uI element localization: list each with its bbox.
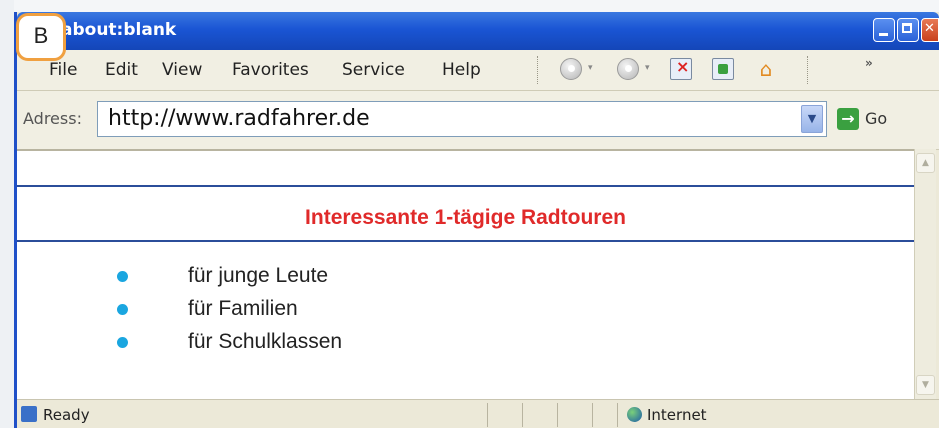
menu-bar: File Edit View Favorites Service Help ▾ … [17, 50, 939, 91]
status-divider [617, 403, 618, 427]
status-bar: Ready Internet [17, 399, 939, 428]
security-zone: Internet [647, 406, 707, 424]
home-icon[interactable]: ⌂ [755, 58, 777, 80]
address-url: http://www.radfahrer.de [108, 106, 370, 131]
list-item: für junge Leute [117, 261, 328, 291]
maximize-icon[interactable] [897, 18, 919, 42]
back-icon[interactable] [560, 58, 582, 80]
browser-window: about:blank File Edit View Favorites Ser… [14, 12, 939, 428]
list-item-text: für Schulklassen [188, 330, 343, 353]
menu-help[interactable]: Help [442, 60, 481, 80]
title-bar[interactable]: about:blank [17, 12, 939, 50]
menu-edit[interactable]: Edit [105, 60, 138, 80]
go-button[interactable]: Go [865, 109, 887, 128]
minimize-icon[interactable] [873, 18, 895, 42]
go-arrow-icon[interactable]: → [837, 108, 859, 130]
vertical-scrollbar[interactable]: ▲ ▼ [914, 149, 936, 399]
menu-file[interactable]: File [49, 60, 77, 80]
close-icon[interactable] [921, 18, 939, 42]
status-divider [557, 403, 558, 427]
address-input[interactable]: http://www.radfahrer.de ▼ [97, 101, 827, 137]
menu-favorites[interactable]: Favorites [232, 60, 309, 80]
list-item: für Familien [117, 294, 298, 324]
forward-dropdown-icon[interactable]: ▾ [645, 63, 650, 73]
status-divider [592, 403, 593, 427]
scroll-up-icon[interactable]: ▲ [916, 153, 935, 173]
page-heading: Interessante 1-tägige Radtouren [305, 206, 626, 229]
back-dropdown-icon[interactable]: ▾ [588, 63, 593, 73]
address-bar: Adress: http://www.radfahrer.de ▼ → Go [17, 91, 939, 150]
list-item-text: für Familien [188, 297, 298, 320]
status-divider [522, 403, 523, 427]
page-content: Interessante 1-tägige Radtouren für jung… [17, 149, 914, 401]
stop-icon[interactable] [670, 57, 692, 80]
status-text: Ready [43, 406, 90, 424]
bullet-icon [117, 336, 128, 348]
toolbar-grip[interactable] [537, 56, 542, 84]
list-item-text: für junge Leute [188, 264, 329, 287]
forward-icon[interactable] [617, 58, 639, 80]
scroll-down-icon[interactable]: ▼ [916, 375, 935, 395]
top-rule [17, 185, 914, 187]
toolbar-overflow-icon[interactable]: » [865, 56, 873, 70]
refresh-icon[interactable] [712, 58, 734, 80]
chevron-down-icon[interactable]: ▼ [801, 105, 823, 133]
toolbar-grip-right[interactable] [807, 56, 812, 84]
status-divider [487, 403, 488, 427]
address-label: Adress: [23, 109, 82, 128]
background-strip [0, 0, 14, 428]
menu-service[interactable]: Service [342, 60, 405, 80]
window-controls [873, 18, 939, 44]
bullet-icon [117, 270, 128, 282]
window-title: about:blank [61, 20, 177, 40]
list-item: für Schulklassen [117, 327, 342, 357]
bullet-icon [117, 303, 128, 315]
menu-view[interactable]: View [162, 60, 202, 80]
bottom-rule [17, 240, 914, 242]
page-icon [21, 406, 37, 422]
figure-label-badge: B [16, 13, 66, 61]
internet-globe-icon [627, 407, 642, 422]
